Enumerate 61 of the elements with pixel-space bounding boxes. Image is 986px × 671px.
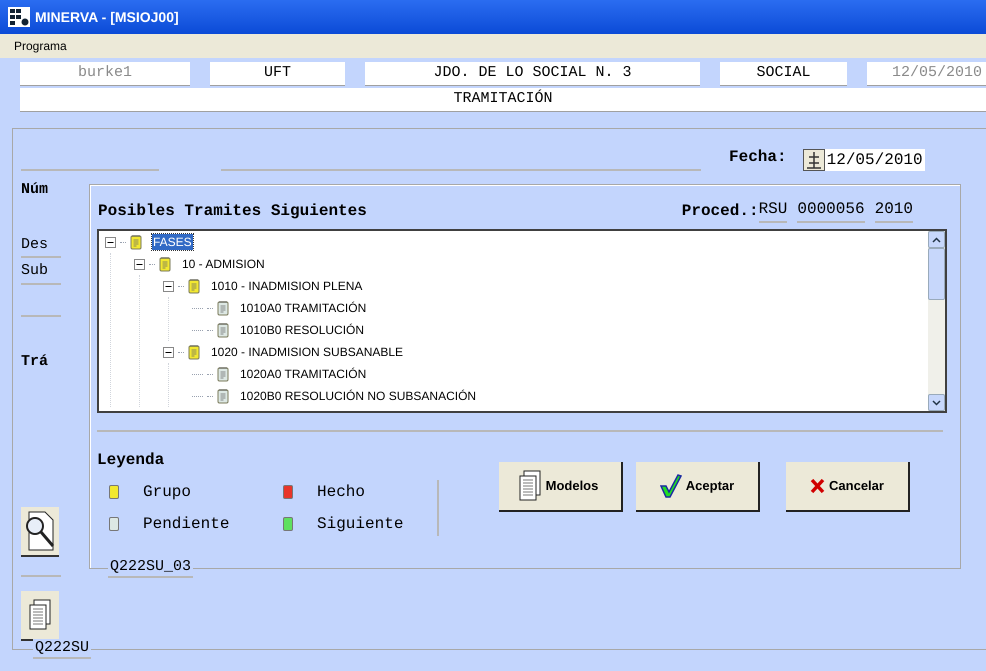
collapse-icon[interactable] [134, 258, 145, 270]
field-label: Des [21, 234, 61, 258]
legend-label: Grupo [143, 482, 192, 503]
field-label: Trá [21, 352, 50, 372]
section-title: TRAMITACIÓN [20, 88, 986, 112]
scroll-up-icon [932, 236, 941, 242]
tree-item[interactable]: 10 - ADMISION [181, 256, 266, 272]
scroll-down-icon [932, 400, 941, 406]
documents-button[interactable] [21, 591, 59, 641]
header-field: burke1 [20, 62, 190, 86]
tree-item[interactable]: 1010B0 RESOLUCIÓN [239, 322, 366, 338]
folder-notepad-icon [130, 234, 142, 250]
header-field: 12/05/2010 [867, 62, 986, 86]
checkmark-icon [660, 474, 682, 498]
tree-item[interactable]: 1020 - INADMISION SUBSANABLE [210, 344, 404, 360]
dialog-button[interactable]: Modelos [499, 462, 623, 512]
header-field: SOCIAL [720, 62, 847, 86]
scrollbar[interactable] [928, 231, 945, 411]
close-icon [810, 478, 826, 494]
proced-field: RSU [758, 197, 788, 223]
tree-item[interactable]: 1010 - INADMISION PLENA [210, 278, 364, 294]
legend-label: Siguiente [317, 514, 404, 535]
proced-field: 2010 [874, 197, 913, 223]
notepad-icon [217, 322, 229, 338]
header-field: UFT [210, 62, 345, 86]
dialog-title: Posibles Tramites Siguientes [98, 201, 367, 222]
documents-icon [28, 599, 52, 631]
proced-label: Proced.: [682, 201, 759, 222]
dialog-button[interactable]: Cancelar [786, 462, 910, 512]
date-field[interactable]: 12/05/2010 [824, 149, 925, 171]
tree-item[interactable]: 1020A0 TRAMITACIÓN [239, 366, 368, 382]
window-title: MINERVA - [MSIOJ00] [35, 8, 179, 27]
collapse-icon[interactable] [163, 280, 174, 292]
form-code: Q222SU [33, 639, 92, 659]
collapse-icon[interactable] [163, 346, 174, 358]
notepad-icon [217, 366, 229, 382]
legend-label: Hecho [317, 482, 366, 503]
date-label: Fecha: [729, 147, 787, 168]
field-label: Núm [21, 180, 50, 200]
header-field: JDO. DE LO SOCIAL N. 3 [365, 62, 700, 86]
notepad-icon [217, 388, 229, 404]
dialog-button[interactable]: Aceptar [636, 462, 760, 512]
collapse-icon[interactable] [105, 236, 116, 248]
app-icon [8, 7, 30, 27]
tree-item[interactable]: FASES [152, 234, 193, 250]
legend-title: Leyenda [97, 450, 166, 471]
notepad-icon [217, 300, 229, 316]
menu-item[interactable]: Programa [14, 37, 67, 55]
folder-notepad-icon [188, 344, 200, 360]
dialog-code: Q222SU_03 [108, 558, 194, 578]
search-document-button[interactable] [21, 507, 59, 557]
folder-notepad-icon [188, 278, 200, 294]
document-search-icon [23, 510, 57, 552]
field-label: Sub [21, 260, 61, 284]
calendar-icon[interactable] [802, 149, 825, 171]
legend-label: Pendiente [143, 514, 230, 535]
proced-field: 0000056 [797, 197, 865, 223]
tree-item[interactable]: 1020B0 RESOLUCIÓN NO SUBSANACIÓN [239, 388, 478, 404]
documents-icon [518, 470, 542, 502]
tree-item[interactable]: 1010A0 TRAMITACIÓN [239, 300, 368, 316]
folder-notepad-icon [159, 256, 171, 272]
